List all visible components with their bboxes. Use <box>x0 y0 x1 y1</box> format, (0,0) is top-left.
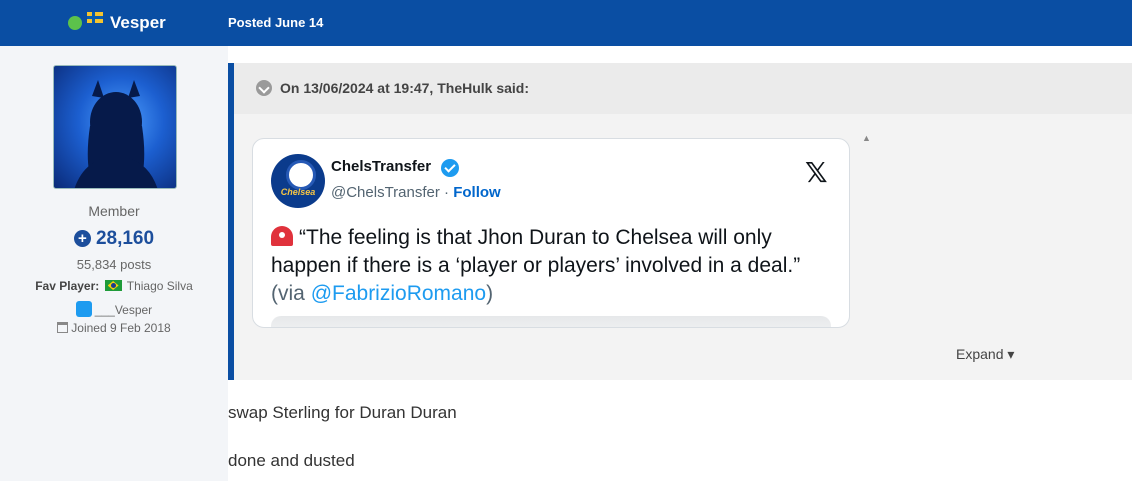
siren-emoji-icon <box>271 226 293 246</box>
sweden-flag-icon <box>87 12 103 23</box>
join-date: Joined 9 Feb 2018 <box>0 321 228 335</box>
user-role: Member <box>88 203 140 219</box>
expand-label: Expand <box>956 346 1004 362</box>
tweet-mention-link[interactable]: @FabrizioRomano <box>311 282 486 305</box>
scroll-up-arrow-icon[interactable]: ▲ <box>862 133 871 143</box>
tweet-avatar-text: Chelsea <box>280 187 316 197</box>
twitter-icon <box>75 301 92 317</box>
tweet-text: “The feeling is that Jhon Duran to Chels… <box>271 224 831 308</box>
twitter-handle[interactable]: ___Vesper <box>95 303 152 317</box>
post-date[interactable]: Posted June 14 <box>228 15 323 30</box>
tweet-avatar[interactable]: Chelsea <box>271 154 325 208</box>
tweet-media-preview[interactable] <box>271 316 831 327</box>
brazil-flag-icon <box>104 280 122 291</box>
embedded-tweet[interactable]: Chelsea ChelsTransfer @ChelsTransfer · F… <box>252 138 850 328</box>
tweet-via-suffix: ) <box>486 282 494 305</box>
tweet-handle[interactable]: @ChelsTransfer <box>331 184 440 201</box>
fav-player-label: Fav Player: <box>35 279 100 293</box>
post-count: 55,834 posts <box>76 257 152 272</box>
tweet-handle-line: @ChelsTransfer · Follow <box>331 184 501 201</box>
post-body-line: done and dusted <box>228 451 355 470</box>
tweet-via-prefix: (via <box>271 282 311 305</box>
post-header-bar: Vesper Posted June 14 <box>0 0 1132 46</box>
online-status-icon <box>68 16 82 30</box>
calendar-icon <box>57 322 69 333</box>
quote-attribution[interactable]: On 13/06/2024 at 19:47, TheHulk said: <box>280 80 529 96</box>
x-logo-icon[interactable]: 𝕏 <box>805 156 828 189</box>
twitter-profile[interactable]: ___Vesper <box>0 301 228 317</box>
expand-button[interactable]: Expand ▾ <box>956 346 1014 363</box>
follow-button[interactable]: Follow <box>453 184 501 201</box>
reputation-badge[interactable]: +28,160 <box>0 228 228 250</box>
reputation-count: 28,160 <box>95 228 155 249</box>
avatar[interactable] <box>53 65 177 189</box>
post-body-line: swap Sterling for Duran Duran <box>228 403 457 422</box>
avatar-silhouette-icon <box>74 80 158 188</box>
join-date-text: Joined 9 Feb 2018 <box>71 321 171 335</box>
username-link[interactable]: Vesper <box>110 13 166 33</box>
plus-circle-icon: + <box>73 230 91 247</box>
quote-block: On 13/06/2024 at 19:47, TheHulk said: Ch… <box>228 63 1132 380</box>
verified-badge-icon <box>441 159 459 177</box>
separator-dot: · <box>444 184 450 201</box>
caret-down-icon: ▾ <box>1007 346 1015 362</box>
tweet-text-main: “The feeling is that Jhon Duran to Chels… <box>271 226 801 277</box>
fav-player: Fav Player: Thiago Silva <box>0 279 228 293</box>
chevron-down-icon[interactable] <box>256 80 272 96</box>
quote-header[interactable]: On 13/06/2024 at 19:47, TheHulk said: <box>234 63 1132 114</box>
fav-player-name: Thiago Silva <box>126 279 193 293</box>
tweet-author-name[interactable]: ChelsTransfer <box>331 158 431 175</box>
